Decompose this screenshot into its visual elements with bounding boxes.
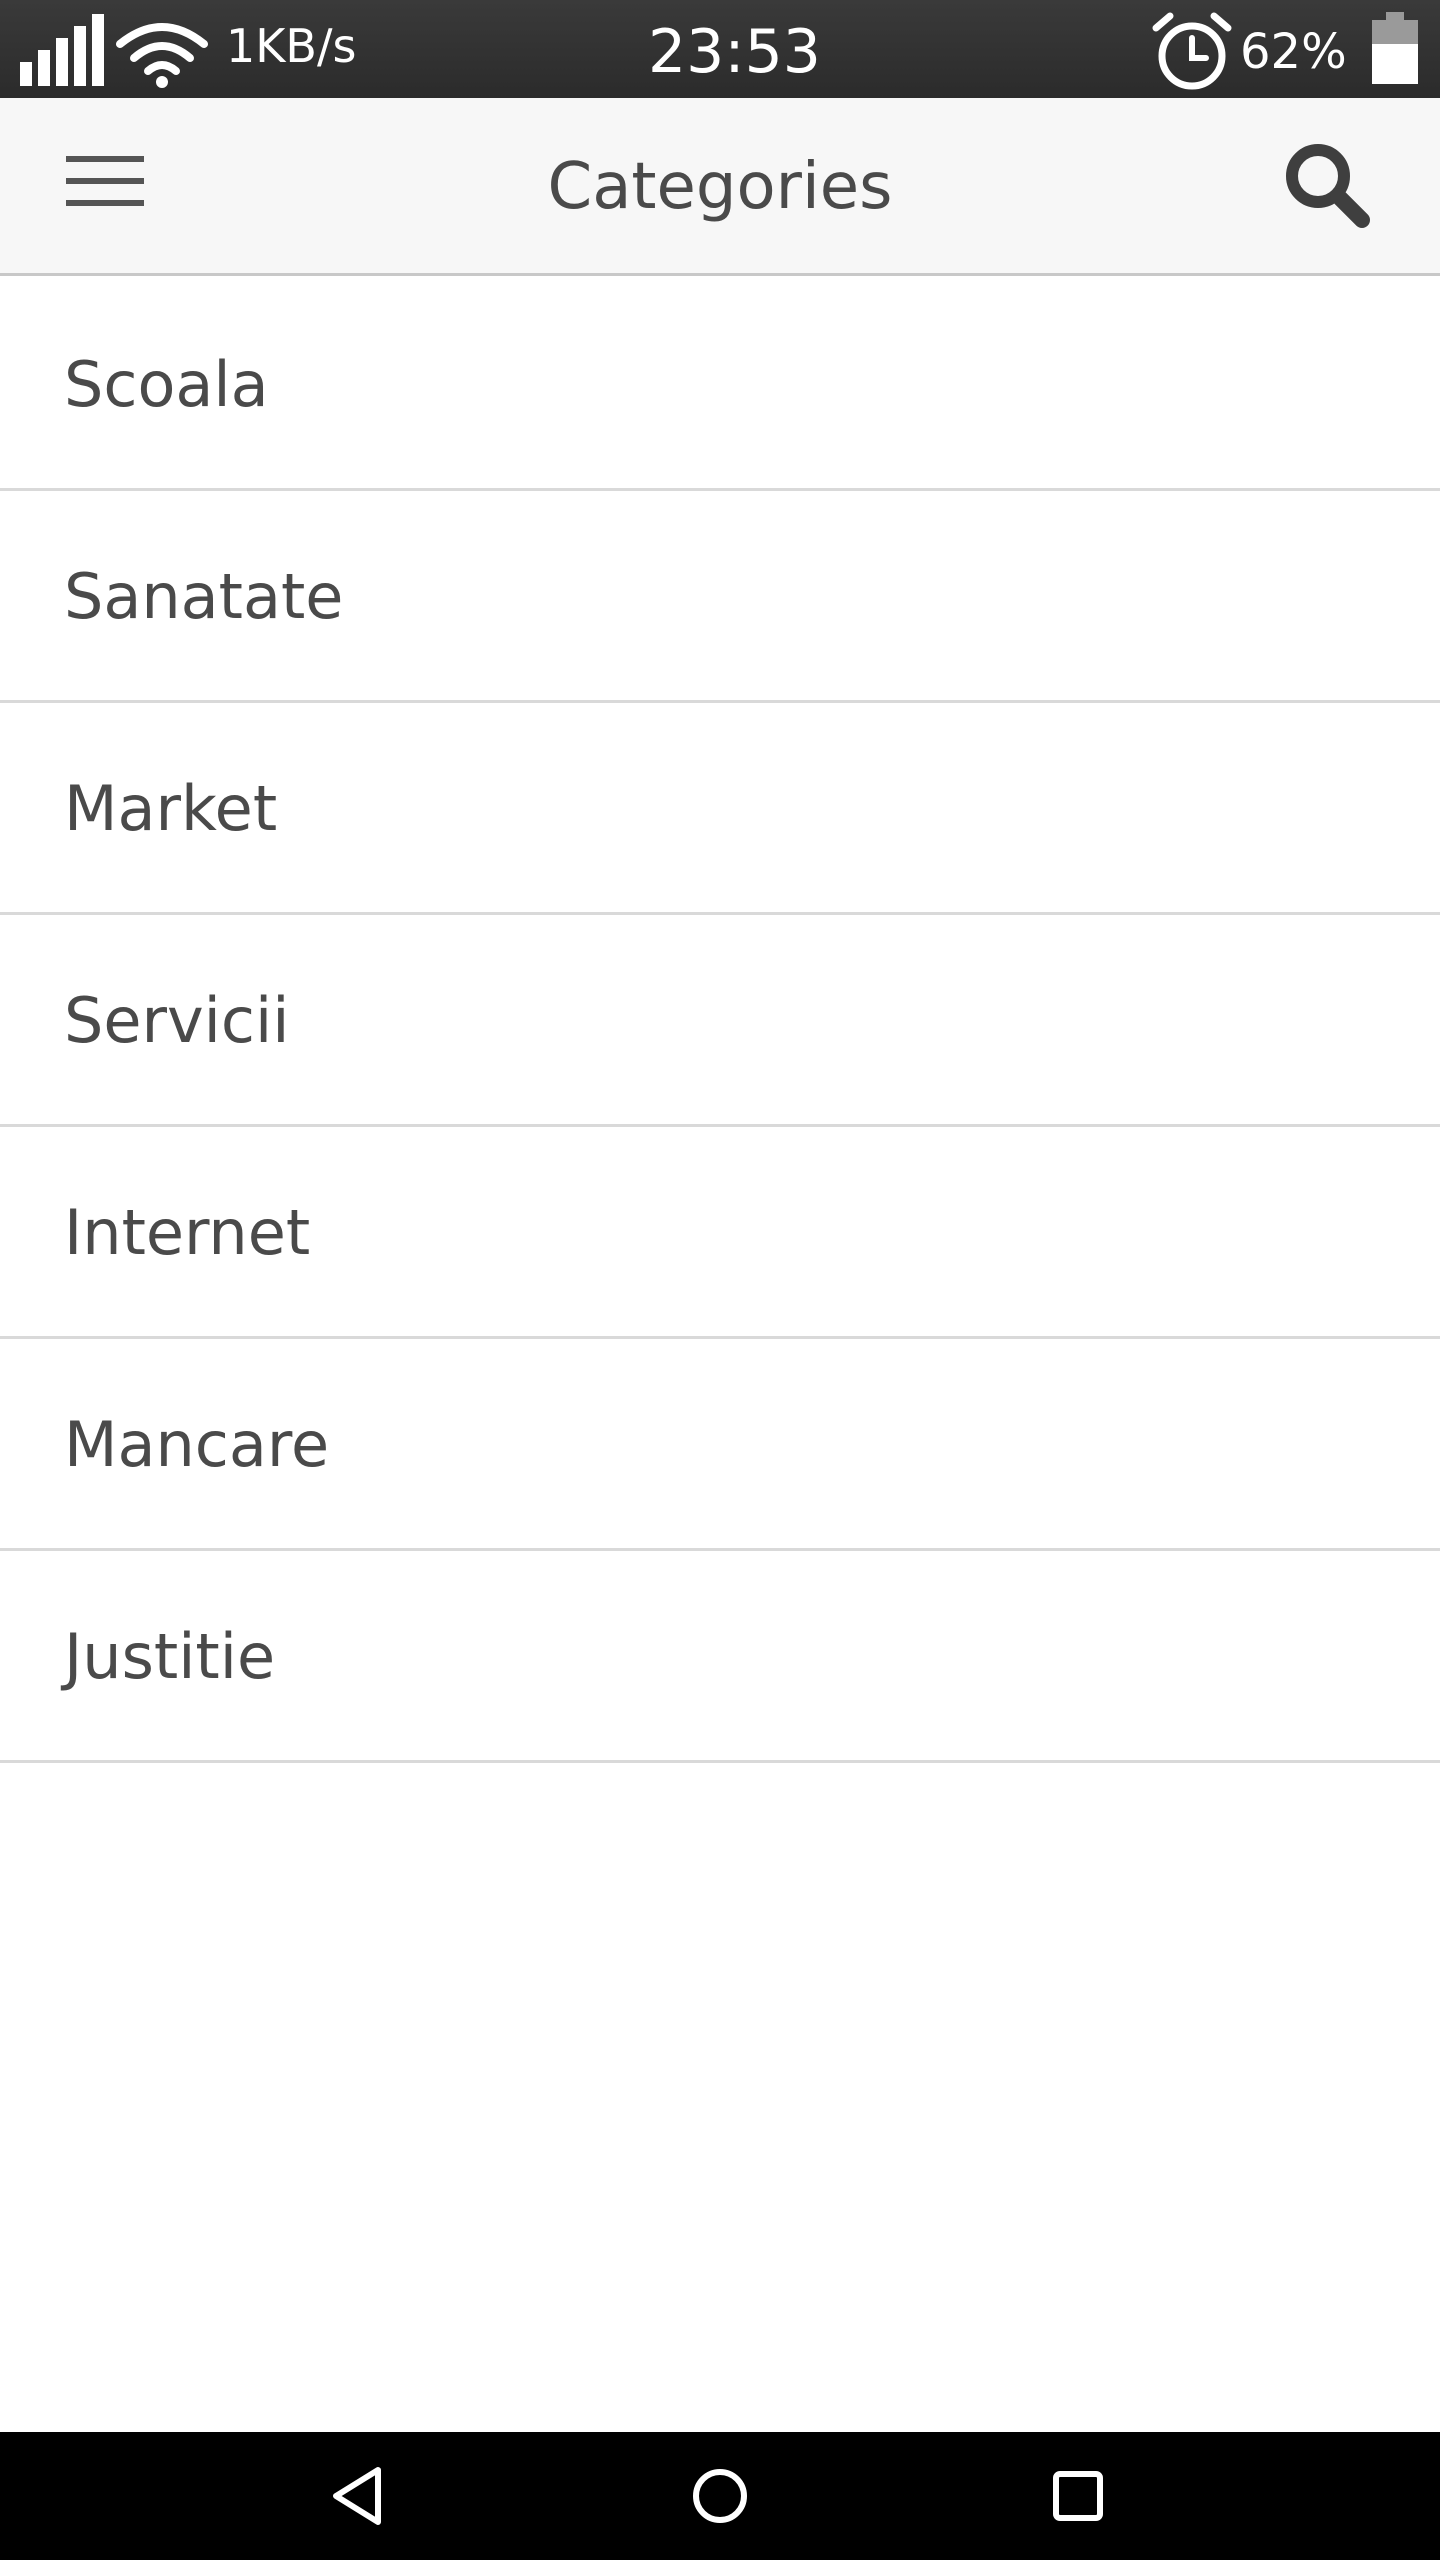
- category-label: Sanatate: [64, 560, 344, 633]
- recents-button[interactable]: [1018, 2446, 1138, 2546]
- search-button[interactable]: [1260, 128, 1390, 248]
- category-item-mancare[interactable]: Mancare: [0, 1339, 1440, 1551]
- page-title: Categories: [547, 150, 893, 224]
- alarm-icon: [1152, 12, 1232, 90]
- network-speed: 1KB/s: [226, 19, 357, 73]
- battery-percent: 62%: [1240, 24, 1347, 80]
- category-label: Scoala: [64, 348, 269, 421]
- category-item-justitie[interactable]: Justitie: [0, 1551, 1440, 1763]
- category-list: Scoala Sanatate Market Servicii Internet…: [0, 279, 1440, 1763]
- category-label: Mancare: [64, 1408, 330, 1481]
- clock: 23:53: [648, 17, 821, 87]
- category-item-servicii[interactable]: Servicii: [0, 915, 1440, 1127]
- category-item-sanatate[interactable]: Sanatate: [0, 491, 1440, 703]
- screen: 1KB/s 23:53 62% Categories Scoala Sanata…: [0, 0, 1440, 2560]
- back-icon: [333, 2467, 381, 2525]
- search-icon: [1286, 144, 1370, 228]
- category-label: Market: [64, 772, 278, 845]
- home-button[interactable]: [660, 2446, 780, 2546]
- navigation-bar: [0, 2432, 1440, 2560]
- battery-icon: [1372, 12, 1418, 84]
- home-icon: [693, 2469, 747, 2523]
- category-label: Justitie: [64, 1620, 276, 1693]
- signal-icon: [20, 14, 104, 86]
- wifi-icon: [116, 23, 208, 88]
- recents-icon: [1053, 2471, 1103, 2521]
- category-item-market[interactable]: Market: [0, 703, 1440, 915]
- app-bar: Categories: [0, 98, 1440, 276]
- category-item-internet[interactable]: Internet: [0, 1127, 1440, 1339]
- category-label: Internet: [64, 1196, 311, 1269]
- status-bar: 1KB/s 23:53 62%: [0, 0, 1440, 98]
- category-item-scoala[interactable]: Scoala: [0, 279, 1440, 491]
- back-button[interactable]: [300, 2446, 420, 2546]
- category-label: Servicii: [64, 984, 290, 1057]
